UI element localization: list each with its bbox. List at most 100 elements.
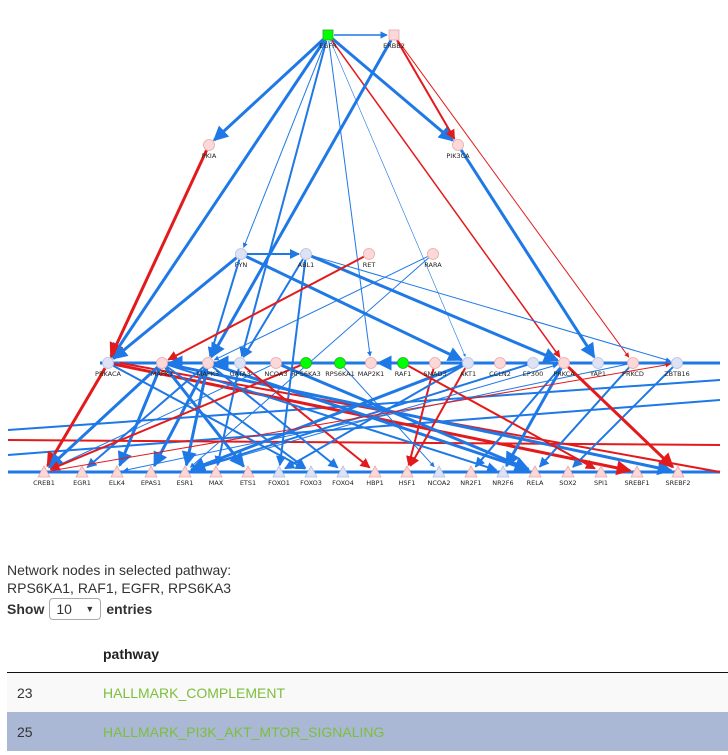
node-hbp1[interactable]: HBP1	[366, 465, 384, 487]
node-foxo1[interactable]: FOXO1	[268, 465, 290, 487]
node-label: SREBF1	[624, 479, 649, 487]
node-shape	[388, 29, 400, 41]
node-label: MAX	[209, 479, 224, 487]
node-label: ERBB2	[383, 42, 405, 50]
node-label: ESR1	[177, 479, 194, 487]
node-label: FOXO4	[332, 479, 354, 487]
network-graph[interactable]: EGFR ERBB2 PKIA PIK3CA FYN ABL1 RET RARA PRKACA M…	[0, 0, 728, 500]
node-shape	[592, 357, 604, 369]
pathway-table: pathway 23 HALLMARK_COMPLEMENT 25 HALLMA…	[7, 636, 728, 751]
node-label: EGFR	[319, 42, 337, 50]
edge-egfr-gata3	[239, 40, 328, 358]
node-label: MAPK3	[197, 370, 219, 378]
node-label: EPAS1	[141, 479, 161, 487]
edge-rara-mapk3	[213, 256, 428, 361]
entries-label: entries	[106, 601, 153, 617]
node-label: NCOA3	[265, 370, 288, 378]
node-label: HBP1	[366, 479, 383, 487]
node-akt1[interactable]: AKT1	[460, 357, 476, 379]
node-shape	[102, 357, 114, 369]
edge-erbb2-prkcd	[397, 39, 630, 358]
node-sox2[interactable]: SOX2	[559, 465, 577, 487]
node-shape	[322, 29, 334, 41]
edge-gata3-hbp1	[244, 366, 371, 469]
node-smad3[interactable]: SMAD3	[423, 357, 447, 379]
edge-mapk1-nr2f6	[167, 363, 498, 472]
node-spi1[interactable]: SPI1	[594, 465, 608, 487]
node-raf1[interactable]: RAF1	[395, 357, 412, 379]
node-shape	[300, 357, 312, 369]
column-header-pathway[interactable]: pathway	[102, 636, 728, 673]
node-label: PRKCD	[622, 370, 644, 378]
node-label: FOXO3	[300, 479, 322, 487]
node-ncoa2[interactable]: NCOA2	[428, 465, 451, 487]
edge-erbb2-pik3ca	[396, 39, 456, 140]
node-max[interactable]: MAX	[209, 465, 224, 487]
edge-egfr-prkaca	[110, 39, 326, 359]
edge-prkaca-creb1	[46, 367, 107, 468]
node-ret[interactable]: RET	[363, 248, 376, 270]
node-epas1[interactable]: EPAS1	[141, 465, 161, 487]
node-label: YAP1	[589, 370, 606, 378]
node-label: NR2F6	[492, 479, 513, 487]
pathway-link[interactable]: HALLMARK_COMPLEMENT	[102, 672, 728, 712]
node-rela[interactable]: RELA	[527, 465, 544, 487]
node-label: CREB1	[33, 479, 55, 487]
node-label: EGR1	[73, 479, 91, 487]
node-label: GATA3	[229, 370, 250, 378]
node-pkia[interactable]: PKIA	[202, 139, 217, 161]
node-shape	[558, 357, 570, 369]
node-label: NCOA2	[428, 479, 451, 487]
node-shape	[494, 357, 506, 369]
node-pik3ca[interactable]: PIK3CA	[446, 139, 470, 161]
row-index: 23	[7, 672, 102, 712]
node-mapk3[interactable]: MAPK3	[197, 357, 219, 379]
node-nr2f1[interactable]: NR2F1	[460, 465, 482, 487]
node-rps6ka1[interactable]: RPS6KA1	[325, 357, 355, 379]
node-label: ETS1	[240, 479, 256, 487]
node-label: SPI1	[594, 479, 608, 487]
node-label: CCLN2	[489, 370, 511, 378]
node-label: RET	[363, 261, 376, 269]
node-label: AKT1	[460, 370, 476, 378]
node-ccln2[interactable]: CCLN2	[489, 357, 511, 379]
node-shape	[429, 357, 441, 369]
entries-select[interactable]: 10 ▼	[49, 598, 102, 620]
node-label: PKIA	[202, 152, 217, 160]
node-elk4[interactable]: ELK4	[109, 465, 125, 487]
pathway-link[interactable]: HALLMARK_PI3K_AKT_MTOR_SIGNALING	[102, 712, 728, 751]
node-hsf1[interactable]: HSF1	[399, 465, 416, 487]
node-egr1[interactable]: EGR1	[73, 465, 91, 487]
node-label: FOXO1	[268, 479, 290, 487]
node-shape	[203, 139, 215, 151]
node-label: SMAD3	[423, 370, 446, 378]
edge-pkia-prkaca	[109, 149, 208, 358]
node-shape	[462, 357, 474, 369]
node-label: PIK3CA	[446, 152, 470, 160]
node-label: ELK4	[109, 479, 125, 487]
node-map2k1[interactable]: MAP2K1	[358, 357, 385, 379]
node-label: SREBF2	[665, 479, 690, 487]
node-label: FYN	[235, 261, 248, 269]
column-header-index[interactable]	[7, 636, 102, 673]
node-label: RELA	[527, 479, 544, 487]
chevron-down-icon: ▼	[85, 604, 95, 614]
table-row-selected[interactable]: 25 HALLMARK_PI3K_AKT_MTOR_SIGNALING	[7, 712, 728, 751]
node-foxo3[interactable]: FOXO3	[300, 465, 322, 487]
node-shape	[427, 248, 439, 260]
entries-select-value: 10	[56, 601, 72, 617]
node-yap1[interactable]: YAP1	[589, 357, 606, 379]
node-shape	[334, 357, 346, 369]
node-ets1[interactable]: ETS1	[240, 465, 256, 487]
node-erbb2[interactable]: ERBB2	[383, 29, 405, 50]
node-ep300[interactable]: EP300	[523, 357, 543, 379]
node-abl1[interactable]: ABL1	[298, 248, 315, 270]
selected-nodes-list: RPS6KA1, RAF1, EGFR, RPS6KA3	[7, 580, 232, 596]
node-prkcd[interactable]: PRKCD	[622, 357, 644, 379]
node-label: MAP2K1	[358, 370, 385, 378]
node-foxo4[interactable]: FOXO4	[332, 465, 354, 487]
node-esr1[interactable]: ESR1	[177, 465, 194, 487]
table-row[interactable]: 23 HALLMARK_COMPLEMENT	[7, 672, 728, 712]
node-label: RAF1	[395, 370, 412, 378]
node-label: RPS6KA3	[291, 370, 320, 378]
